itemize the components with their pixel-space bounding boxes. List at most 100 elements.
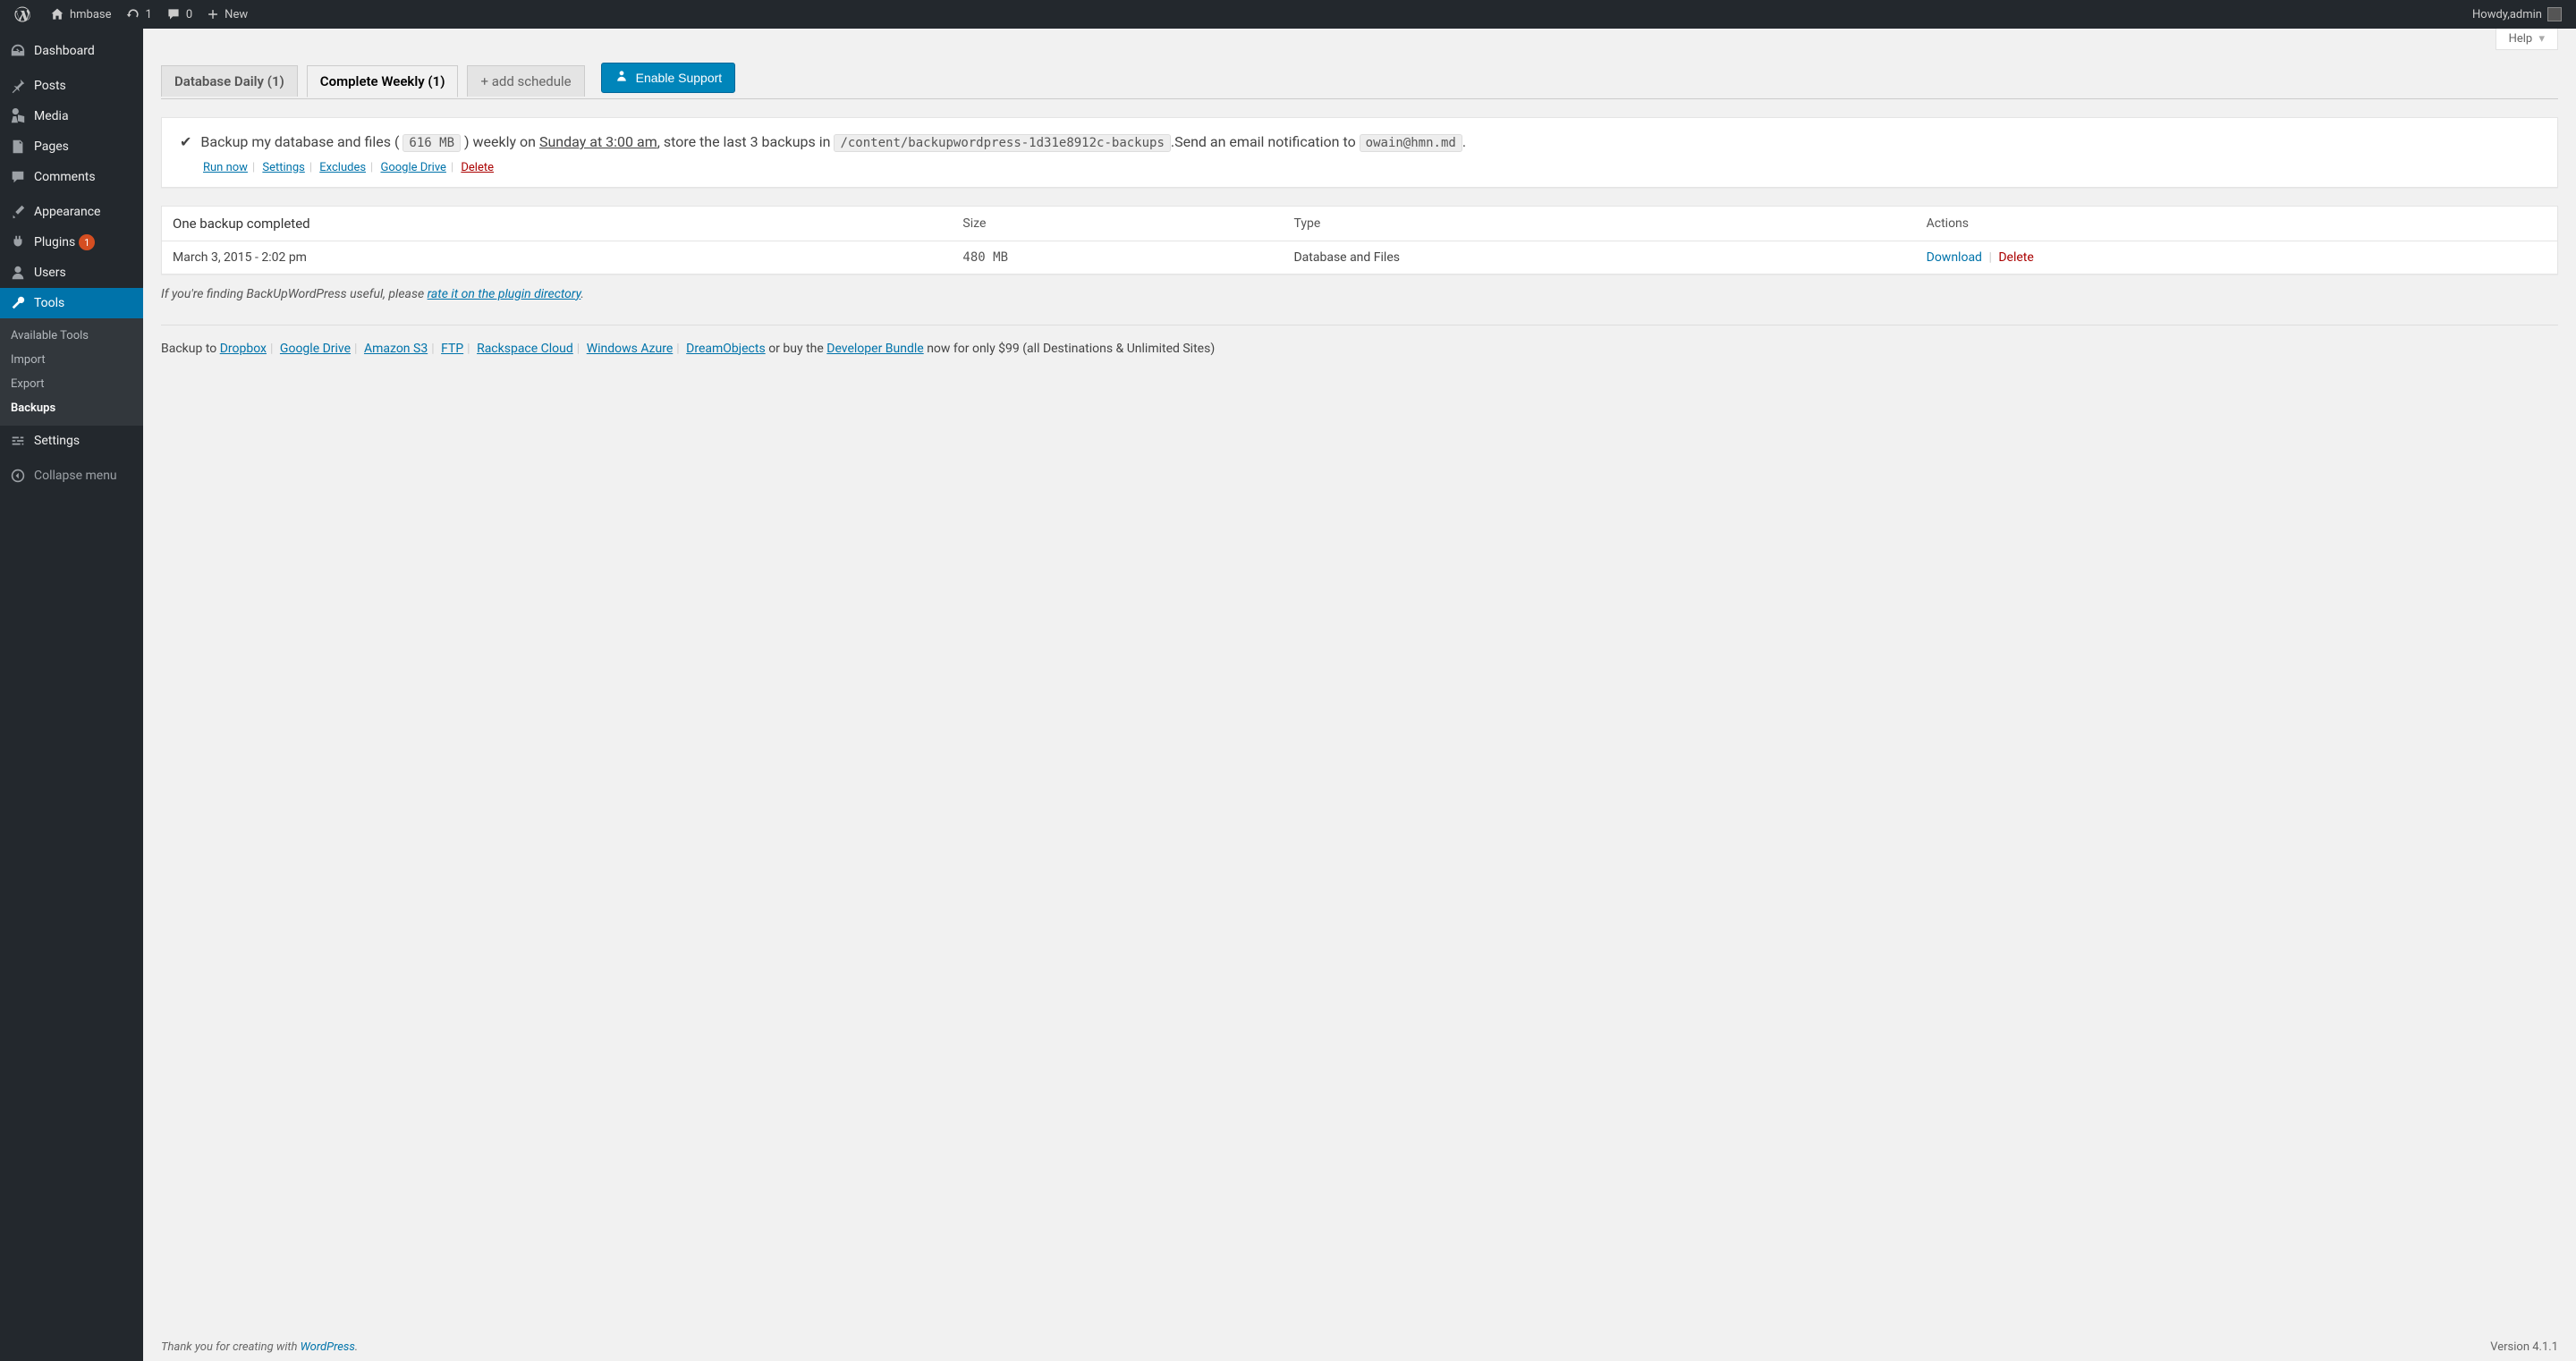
page-footer: Thank you for creating with WordPress. V… <box>161 1323 2558 1361</box>
backup-path-code: /content/backupwordpress-1d31e8912c-back… <box>834 134 1170 152</box>
content-area: Help ▾ Database Daily (1) Complete Weekl… <box>143 29 2576 1361</box>
footer-thanks: Thank you for creating with WordPress. <box>161 1340 358 1354</box>
new-link[interactable]: New <box>199 0 255 29</box>
size-header: Size <box>952 206 1283 241</box>
menu-tools[interactable]: Tools <box>0 288 143 318</box>
tab-database-daily[interactable]: Database Daily (1) <box>161 65 298 97</box>
tab-add-schedule[interactable]: + add schedule <box>467 65 584 97</box>
avatar <box>2547 7 2562 21</box>
submenu-import[interactable]: Import <box>0 348 143 372</box>
refresh-icon <box>126 7 140 21</box>
backup-size-code: 616 MB <box>402 134 461 152</box>
menu-label: Media <box>34 109 69 123</box>
check-icon: ✔ <box>180 133 191 150</box>
table-row: March 3, 2015 - 2:02 pm 480 MB Database … <box>162 241 2558 274</box>
dest-google-drive[interactable]: Google Drive <box>280 342 351 356</box>
backups-table: One backup completed Size Type Actions M… <box>161 206 2558 275</box>
dest-rackspace[interactable]: Rackspace Cloud <box>477 342 573 356</box>
comments-link[interactable]: 0 <box>159 0 199 29</box>
submenu-tools: Available Tools Import Export Backups <box>0 318 143 426</box>
download-link[interactable]: Download <box>1927 250 1982 265</box>
page-icon <box>9 139 27 155</box>
admin-bar-right: Howdy, admin <box>2465 0 2569 29</box>
new-label: New <box>225 8 248 21</box>
updates-link[interactable]: 1 <box>119 0 159 29</box>
backup-size: 480 MB <box>952 241 1283 274</box>
menu-plugins[interactable]: Plugins 1 <box>0 227 143 258</box>
wrench-icon <box>9 295 27 311</box>
menu-dashboard[interactable]: Dashboard <box>0 36 143 66</box>
menu-pages[interactable]: Pages <box>0 131 143 162</box>
excludes-link[interactable]: Excludes <box>319 161 366 174</box>
submenu-available-tools[interactable]: Available Tools <box>0 324 143 348</box>
wordpress-icon <box>14 6 30 22</box>
schedule-notice: ✔ Backup my database and files ( 616 MB … <box>161 117 2558 188</box>
menu-settings[interactable]: Settings <box>0 426 143 456</box>
plug-icon <box>9 234 27 250</box>
admin-bar-left: hmbase 1 0 New <box>7 0 255 29</box>
help-tab[interactable]: Help ▾ <box>2496 29 2558 50</box>
account-link[interactable]: Howdy, admin <box>2465 0 2569 29</box>
collapse-icon <box>9 469 27 483</box>
table-header-row: One backup completed Size Type Actions <box>162 206 2558 241</box>
person-icon <box>614 69 629 88</box>
menu-label: Users <box>34 266 66 280</box>
developer-bundle-link[interactable]: Developer Bundle <box>826 342 923 356</box>
dest-amazon-s3[interactable]: Amazon S3 <box>364 342 428 356</box>
wp-logo[interactable] <box>7 0 43 29</box>
backup-date: March 3, 2015 - 2:02 pm <box>162 241 953 274</box>
menu-label: Plugins <box>34 235 75 249</box>
admin-sidebar: Dashboard Posts Media Pages Comments App… <box>0 29 143 1361</box>
menu-label: Comments <box>34 170 96 184</box>
summary-header: One backup completed <box>162 206 953 241</box>
collapse-menu[interactable]: Collapse menu <box>0 461 143 491</box>
dashboard-icon <box>9 43 27 59</box>
updates-count: 1 <box>146 8 152 21</box>
menu-media[interactable]: Media <box>0 101 143 131</box>
user-icon <box>9 265 27 281</box>
collapse-label: Collapse menu <box>34 469 117 483</box>
site-name: hmbase <box>70 8 112 21</box>
chevron-down-icon: ▾ <box>2538 32 2545 46</box>
schedule-tabs: Database Daily (1) Complete Weekly (1) +… <box>161 63 2558 99</box>
rate-prompt: If you're finding BackUpWordPress useful… <box>161 287 2558 301</box>
menu-appearance[interactable]: Appearance <box>0 197 143 227</box>
dest-dreamobjects[interactable]: DreamObjects <box>686 342 766 356</box>
media-icon <box>9 108 27 124</box>
dest-dropbox[interactable]: Dropbox <box>220 342 267 356</box>
comment-icon <box>9 169 27 185</box>
menu-label: Dashboard <box>34 44 95 58</box>
dest-ftp[interactable]: FTP <box>441 342 463 356</box>
howdy-prefix: Howdy, <box>2472 8 2510 21</box>
submenu-backups[interactable]: Backups <box>0 396 143 420</box>
site-link[interactable]: hmbase <box>43 0 119 29</box>
menu-posts[interactable]: Posts <box>0 71 143 101</box>
menu-label: Posts <box>34 79 66 93</box>
comment-icon <box>166 7 181 21</box>
pin-icon <box>9 78 27 94</box>
plugins-badge: 1 <box>79 234 95 250</box>
rate-link[interactable]: rate it on the plugin directory <box>428 287 581 301</box>
actions-header: Actions <box>1916 206 2558 241</box>
delete-schedule-link[interactable]: Delete <box>461 161 494 174</box>
help-label: Help <box>2509 32 2533 46</box>
email-code: owain@hmn.md <box>1360 134 1462 152</box>
enable-support-button[interactable]: Enable Support <box>601 63 736 93</box>
dest-azure[interactable]: Windows Azure <box>587 342 674 356</box>
tab-complete-weekly[interactable]: Complete Weekly (1) <box>307 65 459 97</box>
menu-users[interactable]: Users <box>0 258 143 288</box>
run-now-link[interactable]: Run now <box>203 161 248 174</box>
schedule-time-link[interactable]: Sunday at 3:00 am <box>539 133 657 150</box>
submenu-export[interactable]: Export <box>0 372 143 396</box>
menu-label: Tools <box>34 296 64 310</box>
admin-bar: hmbase 1 0 New Howdy, admin <box>0 0 2576 29</box>
wordpress-link[interactable]: WordPress <box>301 1340 355 1354</box>
delete-backup-link[interactable]: Delete <box>1998 250 2033 265</box>
sliders-icon <box>9 433 27 449</box>
settings-link[interactable]: Settings <box>262 161 304 174</box>
type-header: Type <box>1283 206 1915 241</box>
menu-comments[interactable]: Comments <box>0 162 143 192</box>
version-label: Version 4.1.1 <box>2490 1340 2558 1354</box>
google-drive-link[interactable]: Google Drive <box>380 161 445 174</box>
enable-support-label: Enable Support <box>636 71 723 85</box>
